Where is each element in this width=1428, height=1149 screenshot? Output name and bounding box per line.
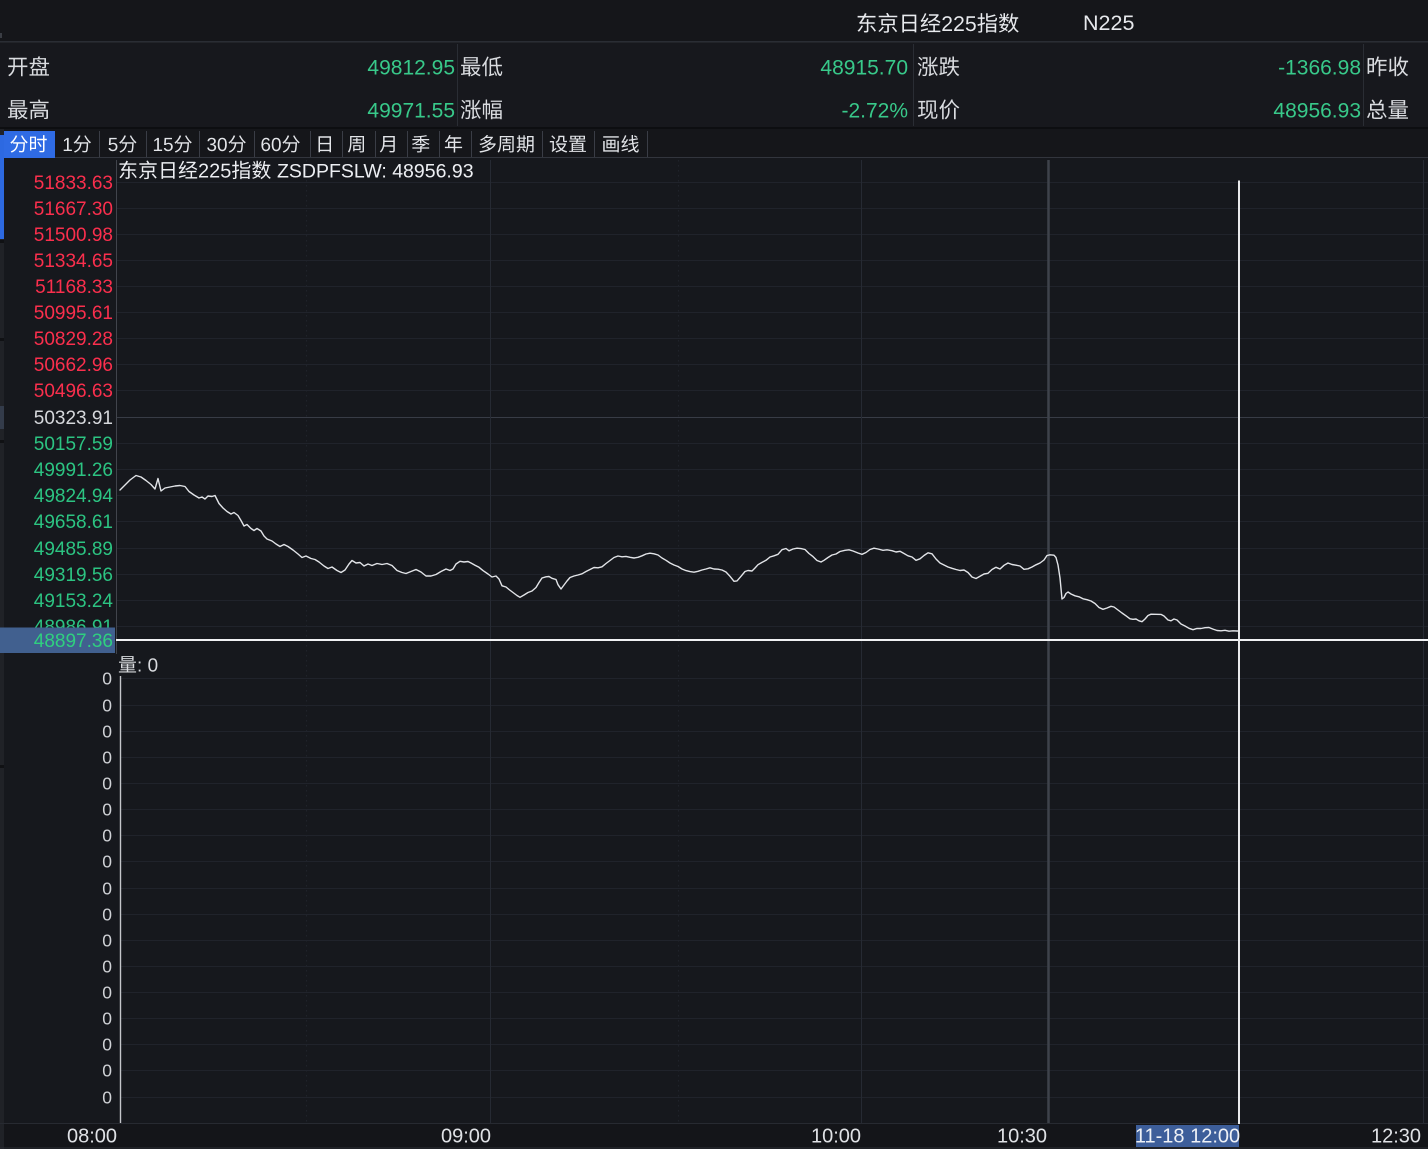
svg-text:49153.24: 49153.24 <box>34 591 114 612</box>
svg-text:0: 0 <box>102 904 112 924</box>
svg-text:51833.63: 51833.63 <box>34 173 113 194</box>
svg-text:49812.95: 49812.95 <box>367 57 455 80</box>
svg-text:48897.36: 48897.36 <box>34 631 113 652</box>
svg-text:0: 0 <box>102 956 112 976</box>
svg-text:51667.30: 51667.30 <box>34 199 113 220</box>
svg-text:-2.72%: -2.72% <box>841 100 908 123</box>
svg-text:10:30: 10:30 <box>997 1126 1047 1148</box>
svg-text:49991.26: 49991.26 <box>34 460 113 481</box>
svg-text:0: 0 <box>102 1060 112 1080</box>
svg-text:0: 0 <box>102 825 112 845</box>
svg-text:0: 0 <box>102 1008 112 1028</box>
svg-text:49971.55: 49971.55 <box>367 100 455 123</box>
svg-text:49658.61: 49658.61 <box>34 512 113 533</box>
svg-text:0: 0 <box>102 668 112 688</box>
svg-text:51334.65: 51334.65 <box>34 251 113 272</box>
svg-text:50829.28: 50829.28 <box>34 329 113 350</box>
svg-text:0: 0 <box>102 799 112 819</box>
svg-text:N225: N225 <box>1083 11 1134 35</box>
svg-text:49319.56: 49319.56 <box>34 565 113 586</box>
svg-text:0: 0 <box>102 982 112 1002</box>
svg-text:0: 0 <box>102 721 112 741</box>
svg-text:49485.89: 49485.89 <box>34 539 113 560</box>
svg-text:-1366.98: -1366.98 <box>1278 57 1361 80</box>
svg-text:09:00: 09:00 <box>441 1126 491 1148</box>
svg-text:50323.91: 50323.91 <box>34 408 113 429</box>
svg-text:0: 0 <box>102 878 112 898</box>
svg-text:0: 0 <box>102 1034 112 1054</box>
svg-text:51500.98: 51500.98 <box>34 225 113 246</box>
svg-text:0: 0 <box>102 851 112 871</box>
svg-text:51168.33: 51168.33 <box>35 277 113 298</box>
svg-text:50496.63: 50496.63 <box>34 381 113 402</box>
svg-text:50995.61: 50995.61 <box>34 303 113 324</box>
svg-text:08:00: 08:00 <box>67 1126 117 1148</box>
svg-text:49824.94: 49824.94 <box>34 486 114 507</box>
svg-text:11-18 12:00: 11-18 12:00 <box>1135 1126 1240 1148</box>
svg-text:48956.93: 48956.93 <box>1273 100 1361 123</box>
svg-text:48915.70: 48915.70 <box>820 57 908 80</box>
svg-text:0: 0 <box>102 773 112 793</box>
svg-text:50662.96: 50662.96 <box>34 355 113 376</box>
svg-text:12:30: 12:30 <box>1371 1126 1421 1148</box>
svg-text:0: 0 <box>102 747 112 767</box>
svg-text:ZSDPFSLW: 48956.93: ZSDPFSLW: 48956.93 <box>277 161 474 183</box>
svg-text:0: 0 <box>102 1087 112 1107</box>
svg-text:0: 0 <box>102 930 112 950</box>
svg-text:10:00: 10:00 <box>811 1126 861 1148</box>
svg-text:0: 0 <box>102 695 112 715</box>
svg-text:50157.59: 50157.59 <box>34 434 113 455</box>
